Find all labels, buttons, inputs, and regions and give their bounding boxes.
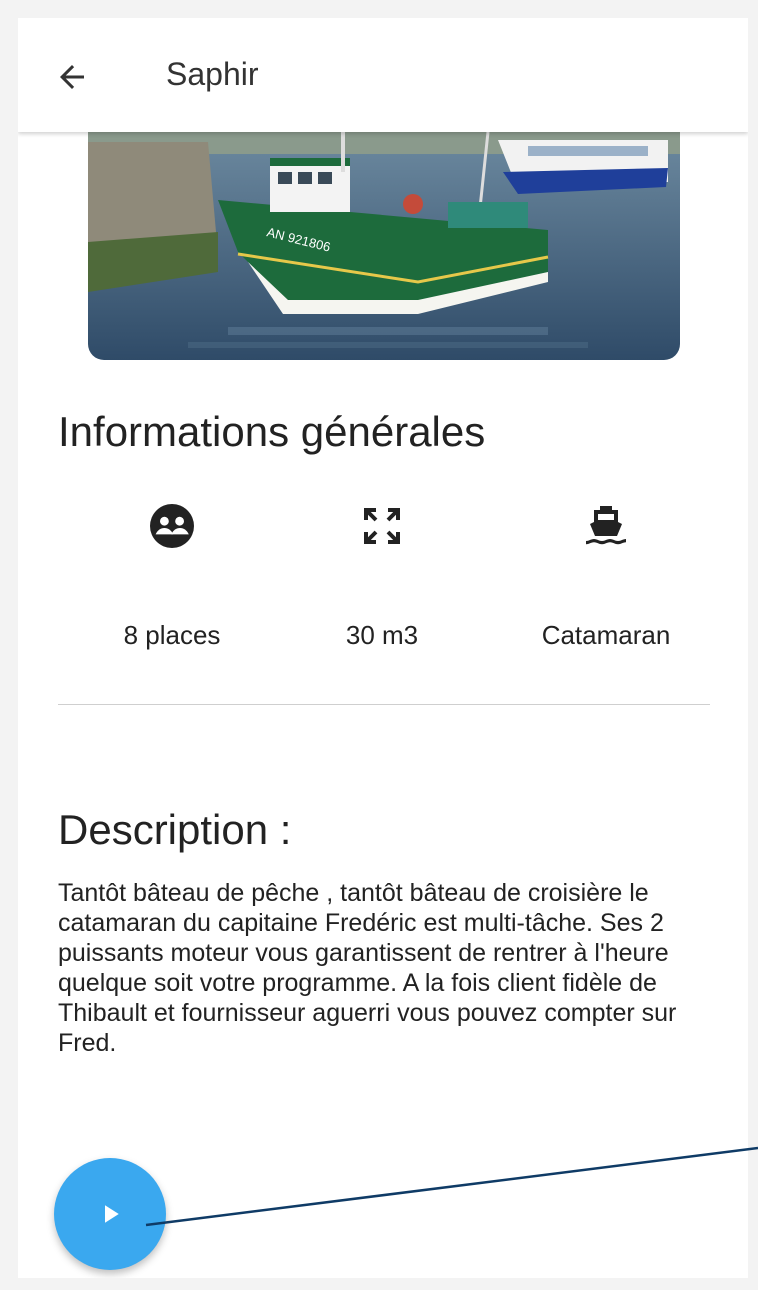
page-title: Saphir: [166, 56, 259, 92]
boat-icon: [582, 502, 630, 550]
play-icon: [105, 1205, 119, 1223]
boat-type-label: Catamaran: [541, 620, 671, 650]
app-bar: Saphir: [18, 18, 748, 132]
back-button[interactable]: [50, 55, 94, 99]
play-button[interactable]: [54, 1158, 166, 1270]
volume-label: 30 m3: [345, 620, 419, 650]
description-title: Description :: [58, 806, 292, 853]
info-section-title: Informations générales: [58, 408, 486, 455]
screen: Saphir AN 921806 Informations générales …: [18, 18, 748, 1278]
people-icon: [148, 502, 196, 550]
capacity-label: 8 places: [123, 620, 221, 650]
arrow-left-icon: [60, 65, 84, 89]
boat-photo: AN 921806: [88, 132, 680, 360]
divider: [58, 704, 710, 705]
expand-icon: [358, 502, 406, 550]
description-text: Tantôt bâteau de pêche , tantôt bâteau d…: [58, 879, 677, 1057]
